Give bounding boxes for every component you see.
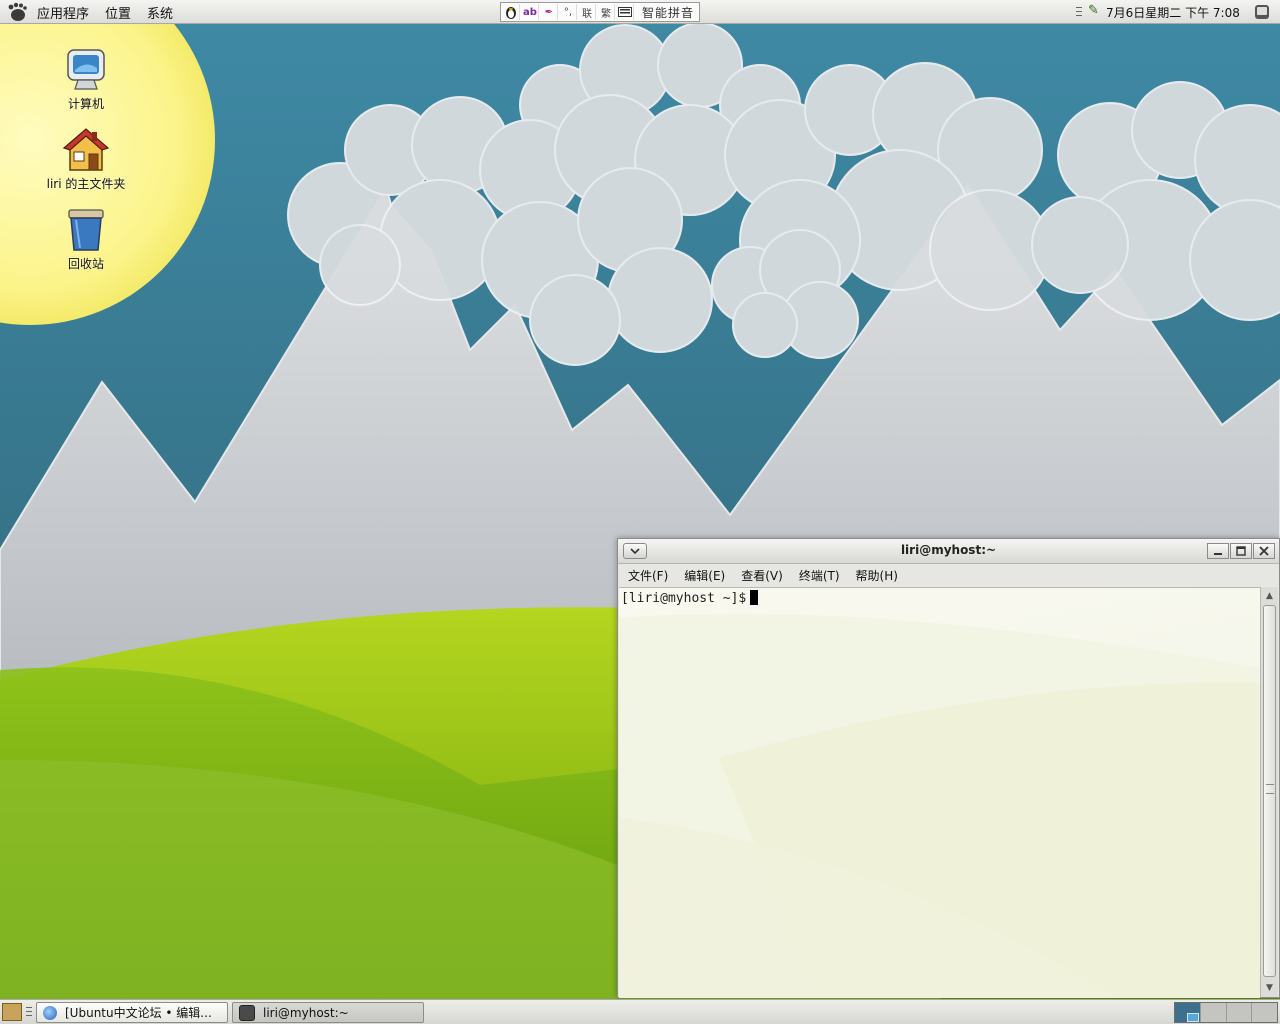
scrollbar-grip — [1266, 784, 1274, 794]
maximize-icon — [1236, 546, 1246, 556]
taskbar-button-terminal[interactable]: liri@myhost:~ — [232, 1002, 424, 1023]
prompt-text: [liri@myhost ~]$ — [621, 591, 747, 606]
workspace-switcher — [1174, 1002, 1278, 1023]
desktop-icon-label: 计算机 — [67, 97, 104, 111]
terminal-background — [619, 613, 1259, 998]
scroll-down-icon[interactable]: ▼ — [1262, 981, 1277, 995]
minimize-icon — [1214, 553, 1222, 555]
ime-mode-label[interactable]: 智能拼音 — [642, 4, 694, 21]
menu-places[interactable]: 位置 — [105, 3, 131, 22]
desktop-icon-home[interactable]: liri 的主文件夹 — [38, 126, 134, 192]
firefox-icon — [43, 1005, 57, 1020]
scroll-up-icon[interactable]: ▲ — [1262, 589, 1277, 603]
top-panel: 应用程序 位置 系统 ab ✒ °, 联 繁 智能拼音 ✎ 7月6日星期二 下午… — [0, 0, 1280, 24]
pencil-icon[interactable]: ✎ — [1088, 3, 1099, 18]
terminal-window[interactable]: liri@myhost:~ 文件(F) 编辑(E) 查看(V) 终端(T) 帮助… — [617, 538, 1280, 998]
symbol-icon[interactable]: °, — [560, 4, 577, 20]
ime-traditional-fan[interactable]: 繁 — [598, 4, 615, 20]
show-desktop-button[interactable] — [2, 1003, 22, 1021]
taskbar-button-browser[interactable]: [Ubuntu中文论坛 • 编辑... — [36, 1002, 228, 1023]
home-folder-icon — [62, 128, 110, 171]
desktop-icon-label: 回收站 — [67, 257, 104, 271]
workspace-window-preview — [1187, 1013, 1199, 1022]
workspace-4[interactable] — [1252, 1003, 1277, 1022]
maximize-button[interactable] — [1230, 543, 1252, 559]
close-icon — [1259, 546, 1269, 556]
scrollbar-thumb[interactable] — [1263, 605, 1276, 977]
computer-icon — [67, 49, 105, 90]
terminal-tray-icon[interactable] — [1254, 4, 1270, 20]
penguin-icon[interactable] — [503, 4, 520, 20]
menu-view[interactable]: 查看(V) — [739, 567, 791, 584]
desktop-icon-computer[interactable]: 计算机 — [38, 46, 134, 112]
workspace-1[interactable] — [1175, 1003, 1201, 1022]
gnome-foot-icon[interactable] — [6, 2, 28, 22]
ime-traditional-lian[interactable]: 联 — [579, 4, 596, 20]
menu-applications[interactable]: 应用程序 — [37, 3, 89, 22]
menu-file[interactable]: 文件(F) — [626, 567, 676, 584]
vertical-scrollbar[interactable]: ▲ ▼ — [1260, 587, 1278, 997]
panel-grip-icon — [1076, 7, 1082, 16]
window-title: liri@myhost:~ — [900, 543, 997, 557]
menu-help[interactable]: 帮助(H) — [854, 567, 906, 584]
panel-clock[interactable]: 7月6日星期二 下午 7:08 — [1106, 4, 1240, 21]
menu-system[interactable]: 系统 — [147, 3, 173, 22]
workspace-2[interactable] — [1200, 1003, 1227, 1022]
panel-grip-icon — [26, 1007, 32, 1016]
desktop-icon-trash[interactable]: 回收站 — [38, 206, 134, 272]
shell-prompt: [liri@myhost ~]$ — [621, 590, 759, 606]
close-button[interactable] — [1253, 543, 1275, 559]
taskbar-button-label: [Ubuntu中文论坛 • 编辑... — [65, 1006, 212, 1020]
terminal-icon — [239, 1004, 255, 1021]
workspace-3[interactable] — [1226, 1003, 1253, 1022]
ab-icon[interactable]: ab — [522, 4, 539, 20]
taskbar-button-label: liri@myhost:~ — [263, 1005, 349, 1020]
menu-edit[interactable]: 编辑(E) — [682, 567, 733, 584]
feather-icon[interactable]: ✒ — [541, 4, 558, 20]
bottom-panel: [Ubuntu中文论坛 • 编辑... liri@myhost:~ — [0, 999, 1280, 1024]
minimize-button[interactable] — [1207, 543, 1229, 559]
window-titlebar[interactable]: liri@myhost:~ — [618, 539, 1279, 564]
input-method-bar: ab ✒ °, 联 繁 智能拼音 — [500, 2, 700, 22]
keyboard-icon[interactable] — [617, 4, 634, 20]
menu-terminal[interactable]: 终端(T) — [797, 567, 848, 584]
trash-icon — [68, 209, 104, 251]
terminal-output[interactable]: [liri@myhost ~]$ — [619, 587, 1260, 998]
text-cursor — [750, 590, 759, 605]
desktop-icon-label: liri 的主文件夹 — [46, 177, 126, 191]
terminal-menubar: 文件(F) 编辑(E) 查看(V) 终端(T) 帮助(H) — [618, 564, 1279, 586]
